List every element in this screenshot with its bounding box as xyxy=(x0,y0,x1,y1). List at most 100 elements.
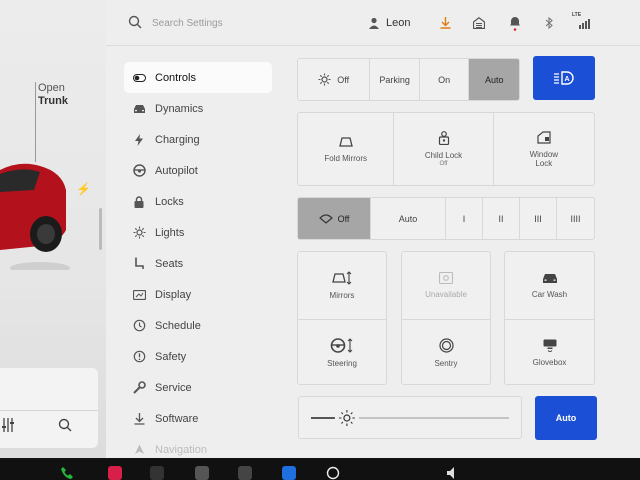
nav-label: Controls xyxy=(155,71,196,84)
nav-label: Safety xyxy=(155,350,187,363)
window-lock-button[interactable]: Window Lock xyxy=(494,113,594,185)
nav-item-seats[interactable]: Seats xyxy=(124,248,272,279)
alert-icon xyxy=(132,350,146,364)
sentry-button[interactable]: Sentry xyxy=(402,319,490,384)
wipers-option-3[interactable]: III xyxy=(520,198,557,239)
nav-item-dynamics[interactable]: Dynamics xyxy=(124,93,272,124)
wipers-option-auto[interactable]: Auto xyxy=(371,198,446,239)
top-bar: Leon LTE xyxy=(106,0,640,46)
unavailable-button: Unavailable xyxy=(402,252,490,319)
calendar-icon[interactable] xyxy=(195,466,209,480)
sun-icon xyxy=(318,73,331,86)
wipers-option-2[interactable]: II xyxy=(483,198,520,239)
volume-icon[interactable] xyxy=(446,466,460,480)
car-image[interactable] xyxy=(0,150,72,270)
mirror-adjust-icon xyxy=(332,271,352,285)
locks-row: Fold Mirrors Child Lock Off Window Lock xyxy=(297,112,595,186)
headlights-selector: Off Parking On Auto xyxy=(297,58,520,101)
option-label: Off xyxy=(337,213,350,224)
nav-label: Charging xyxy=(155,133,200,146)
option-label: Auto xyxy=(484,74,504,85)
tile-label: Mirrors xyxy=(329,291,355,300)
bluetooth-icon[interactable] xyxy=(542,14,556,32)
option-label: Parking xyxy=(379,74,410,85)
navigation-icon xyxy=(132,443,146,457)
wipers-option-1[interactable]: I xyxy=(446,198,483,239)
apps-icon[interactable] xyxy=(150,466,164,480)
child-lock-button[interactable]: Child Lock Off xyxy=(394,113,494,185)
energy-icon[interactable] xyxy=(326,466,340,480)
headlights-option-parking[interactable]: Parking xyxy=(370,59,420,100)
download-icon[interactable] xyxy=(438,14,452,32)
seat-icon xyxy=(132,257,146,271)
download-icon xyxy=(132,412,146,426)
user-name: Leon xyxy=(386,17,411,29)
auto-high-beam-button[interactable]: A xyxy=(533,56,595,100)
nav-item-display[interactable]: Display xyxy=(124,279,272,310)
nav-label: Software xyxy=(155,412,199,425)
phone-icon[interactable] xyxy=(60,466,74,480)
search-icon xyxy=(128,15,142,29)
wipers-option-off[interactable]: Off xyxy=(298,198,371,239)
headlights-option-auto[interactable]: Auto xyxy=(469,59,519,100)
car-wash-button[interactable]: Car Wash xyxy=(505,252,594,319)
sentry-icon xyxy=(438,337,454,353)
headlights-option-off[interactable]: Off xyxy=(298,59,371,100)
search-input[interactable] xyxy=(152,14,302,32)
tile-label: Fold Mirrors xyxy=(324,153,367,163)
cellular-signal-icon: LTE xyxy=(572,12,592,32)
headlights-option-on[interactable]: On xyxy=(420,59,470,100)
nav-item-software[interactable]: Software xyxy=(124,403,272,434)
nav-item-service[interactable]: Service xyxy=(124,372,272,403)
nav-label: Dynamics xyxy=(155,102,204,115)
bluetooth-app-icon[interactable] xyxy=(282,466,296,480)
nav-label: Schedule xyxy=(155,319,201,332)
nav-item-locks[interactable]: Locks xyxy=(124,186,272,217)
user-icon xyxy=(369,17,379,29)
nav-label: Display xyxy=(155,288,192,301)
nav-item-lights[interactable]: Lights xyxy=(124,217,272,248)
notification-bell-icon[interactable] xyxy=(508,14,522,32)
nav-item-safety[interactable]: Safety xyxy=(124,341,272,372)
charge-port-icon[interactable]: ⚡ xyxy=(76,182,91,196)
network-label: LTE xyxy=(572,12,582,18)
car-preview-pane: Open Trunk ⚡ xyxy=(0,0,106,458)
brightness-auto-button[interactable]: Auto xyxy=(535,396,597,440)
sliders-icon[interactable] xyxy=(2,418,14,435)
option-label: IIII xyxy=(570,213,581,224)
camera-icon xyxy=(439,272,453,284)
nav-label: Seats xyxy=(155,257,184,270)
mirrors-button[interactable]: Mirrors xyxy=(298,252,386,319)
nav-item-controls[interactable]: Controls xyxy=(124,62,272,93)
glovebox-button[interactable]: Glovebox xyxy=(505,319,594,384)
search-icon[interactable] xyxy=(58,418,72,435)
nav-item-autopilot[interactable]: Autopilot xyxy=(124,155,272,186)
wipers-selector: Off Auto I II III IIII xyxy=(297,197,595,240)
user-profile-button[interactable]: Leon xyxy=(368,14,410,32)
svg-text:A: A xyxy=(565,76,570,83)
garage-icon[interactable] xyxy=(472,14,486,32)
tile-label: Steering xyxy=(327,358,357,368)
brightness-slider[interactable] xyxy=(298,396,522,439)
music-app-icon[interactable] xyxy=(108,466,122,480)
steering-button[interactable]: Steering xyxy=(298,319,386,384)
nav-label: Autopilot xyxy=(155,164,198,177)
toggle-icon xyxy=(132,71,146,85)
fold-mirrors-button[interactable]: Fold Mirrors xyxy=(298,113,395,185)
scrollbar[interactable] xyxy=(99,208,102,250)
option-label: On xyxy=(438,74,451,85)
divider xyxy=(0,410,98,411)
nav-label: Navigation xyxy=(155,443,207,456)
nav-label: Locks xyxy=(155,195,184,208)
mirror-icon xyxy=(338,136,353,147)
wipers-option-4[interactable]: IIII xyxy=(557,198,594,239)
wrench-icon xyxy=(132,381,146,395)
nav-item-schedule[interactable]: Schedule xyxy=(124,310,272,341)
toybox-icon[interactable] xyxy=(238,466,252,480)
steering-adjust-icon xyxy=(330,337,353,353)
nav-item-charging[interactable]: Charging xyxy=(124,124,272,155)
settings-panel: Leon LTE Controls Dynamics Cha xyxy=(106,0,640,458)
button-label: Auto xyxy=(555,413,577,423)
car-wash-icon xyxy=(542,274,557,283)
open-trunk-button[interactable]: Open Trunk xyxy=(38,82,68,108)
